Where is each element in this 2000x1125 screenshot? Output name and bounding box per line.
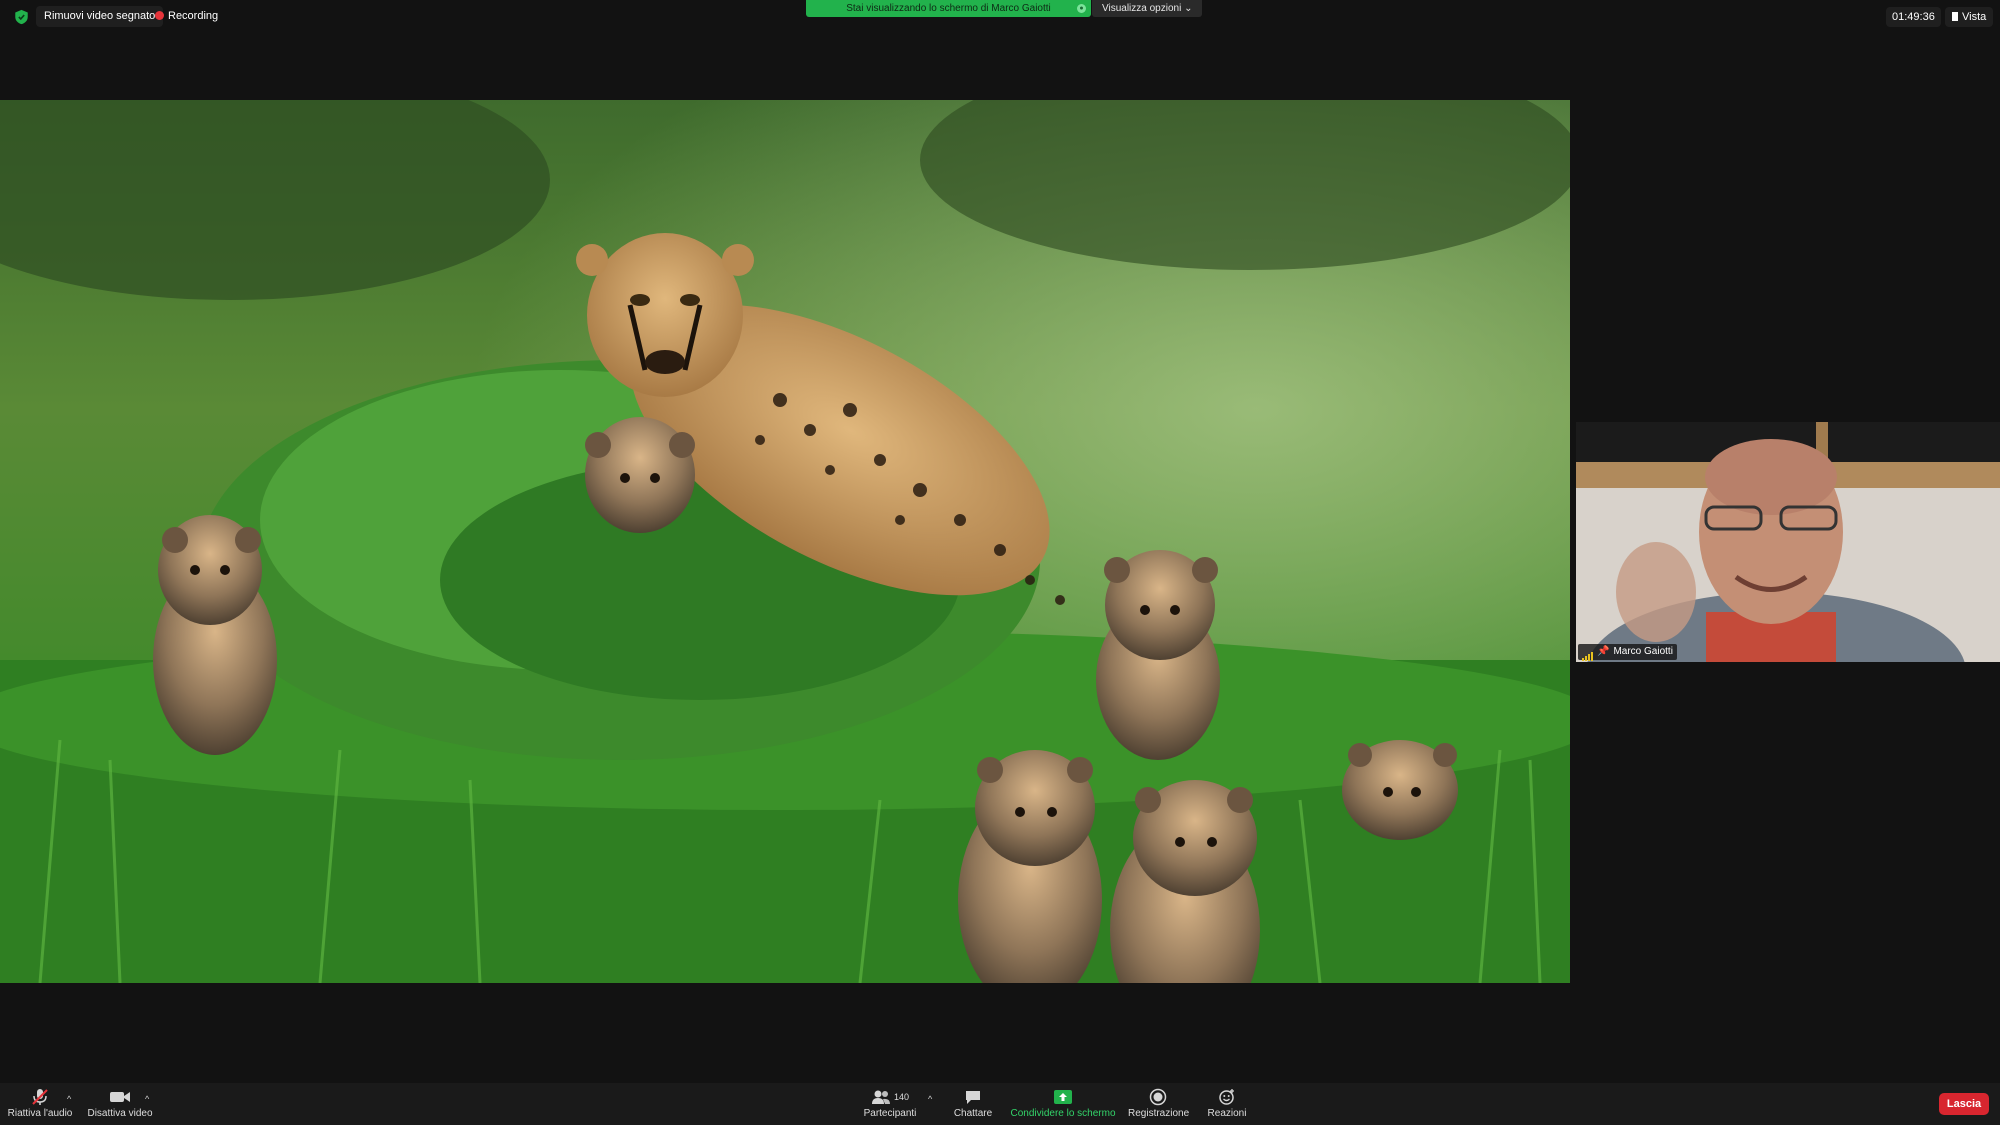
leave-button[interactable]: Lascia [1939, 1093, 1989, 1115]
shared-screen[interactable] [0, 100, 1570, 983]
reactions-button[interactable]: Reazioni [1202, 1086, 1252, 1122]
reactions-label: Reazioni [1207, 1108, 1247, 1119]
participant-video [1576, 422, 2000, 662]
participants-icon [871, 1090, 890, 1104]
grid-icon [1952, 12, 1958, 21]
shared-photo [0, 100, 1570, 983]
participants-label: Partecipanti [863, 1108, 917, 1119]
participant-video-tile[interactable]: 📌 Marco Gaiotti [1576, 422, 2000, 662]
meeting-toolbar [0, 1083, 2000, 1125]
view-button[interactable]: Vista [1945, 7, 1994, 27]
share-screen-button[interactable]: Condividere lo schermo [1008, 1086, 1118, 1122]
record-dot-icon [155, 11, 164, 20]
share-screen-label: Condividere lo schermo [1010, 1108, 1116, 1119]
screen-share-banner: Stai visualizzando lo schermo di Marco G… [806, 0, 1091, 17]
video-options-chevron-up-icon[interactable]: ^ [145, 1094, 149, 1104]
top-bar: Rimuovi video segnato Recording Stai vis… [0, 0, 2000, 34]
stop-video-label: Disattiva video [87, 1108, 153, 1119]
share-banner-text: Stai visualizzando lo schermo di Marco G… [846, 3, 1051, 14]
participant-name-tag: 📌 Marco Gaiotti [1578, 644, 1677, 661]
share-screen-icon [1054, 1090, 1072, 1104]
stop-video-button[interactable]: Disattiva video [85, 1086, 155, 1122]
video-camera-icon [110, 1092, 130, 1102]
remove-video-button[interactable]: Rimuovi video segnato [36, 6, 164, 27]
pin-icon: 📌 [1597, 646, 1610, 657]
view-options-button[interactable]: Visualizza opzioni ⌄ [1092, 0, 1203, 17]
zoom-meeting-window: Rimuovi video segnato Recording Stai vis… [0, 0, 2000, 1125]
mic-muted-icon [32, 1089, 48, 1105]
unmute-button[interactable]: Riattiva l'audio [6, 1086, 74, 1122]
chat-button[interactable]: Chattare [948, 1086, 998, 1122]
unmute-label: Riattiva l'audio [7, 1108, 73, 1119]
participants-options-chevron-up-icon[interactable]: ^ [928, 1094, 932, 1104]
recording-label: Recording [168, 10, 219, 22]
participants-count: 140 [893, 1092, 910, 1102]
audio-options-chevron-up-icon[interactable]: ^ [67, 1094, 71, 1104]
chat-icon [966, 1091, 980, 1104]
participants-button[interactable]: 140 Partecipanti [858, 1086, 922, 1122]
shield-icon[interactable] [14, 9, 29, 25]
recording-indicator[interactable]: Recording [155, 6, 218, 27]
record-button[interactable]: Registrazione [1128, 1086, 1190, 1122]
meeting-timer: 01:49:36 [1886, 7, 1941, 27]
record-label: Registrazione [1128, 1108, 1190, 1119]
view-label: Vista [1962, 11, 1987, 23]
signal-bars-icon [1582, 645, 1594, 661]
banner-dot-icon[interactable]: ● [1077, 4, 1086, 13]
reactions-icon [1219, 1089, 1234, 1105]
participant-name: Marco Gaiotti [1613, 646, 1673, 657]
chat-label: Chattare [953, 1108, 993, 1119]
record-icon [1149, 1088, 1167, 1106]
